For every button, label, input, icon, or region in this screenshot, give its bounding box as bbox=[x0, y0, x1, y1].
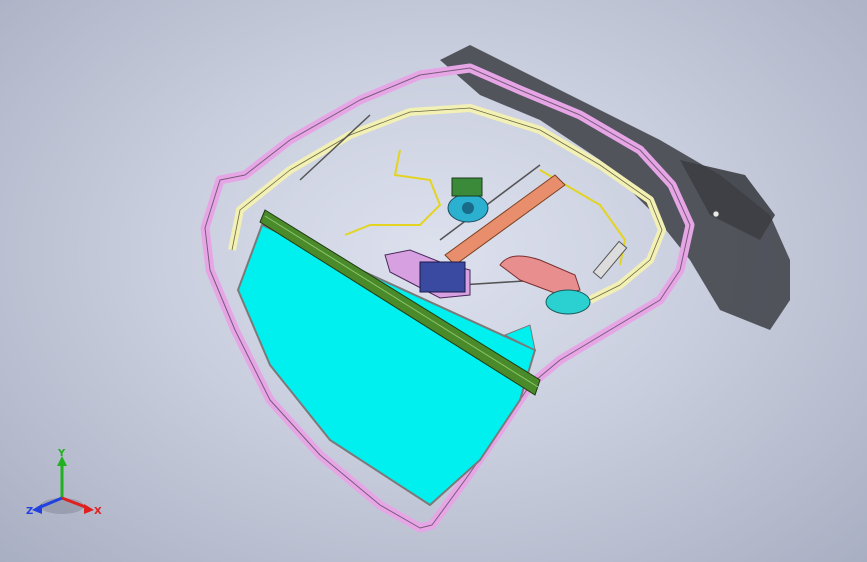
regulator-motor bbox=[447, 177, 489, 223]
cad-viewport[interactable]: Y X Z bbox=[0, 0, 867, 562]
z-axis-label: Z bbox=[26, 506, 33, 517]
x-axis-label: X bbox=[94, 506, 102, 517]
z-axis-arrowhead bbox=[32, 504, 42, 514]
y-axis-label: Y bbox=[57, 448, 66, 459]
inner-door-handle bbox=[499, 240, 628, 315]
x-axis-arrowhead bbox=[84, 504, 94, 514]
axis-triad: Y X Z bbox=[26, 448, 102, 517]
fastener-icon bbox=[712, 210, 720, 218]
door-assembly-model[interactable] bbox=[0, 0, 867, 562]
